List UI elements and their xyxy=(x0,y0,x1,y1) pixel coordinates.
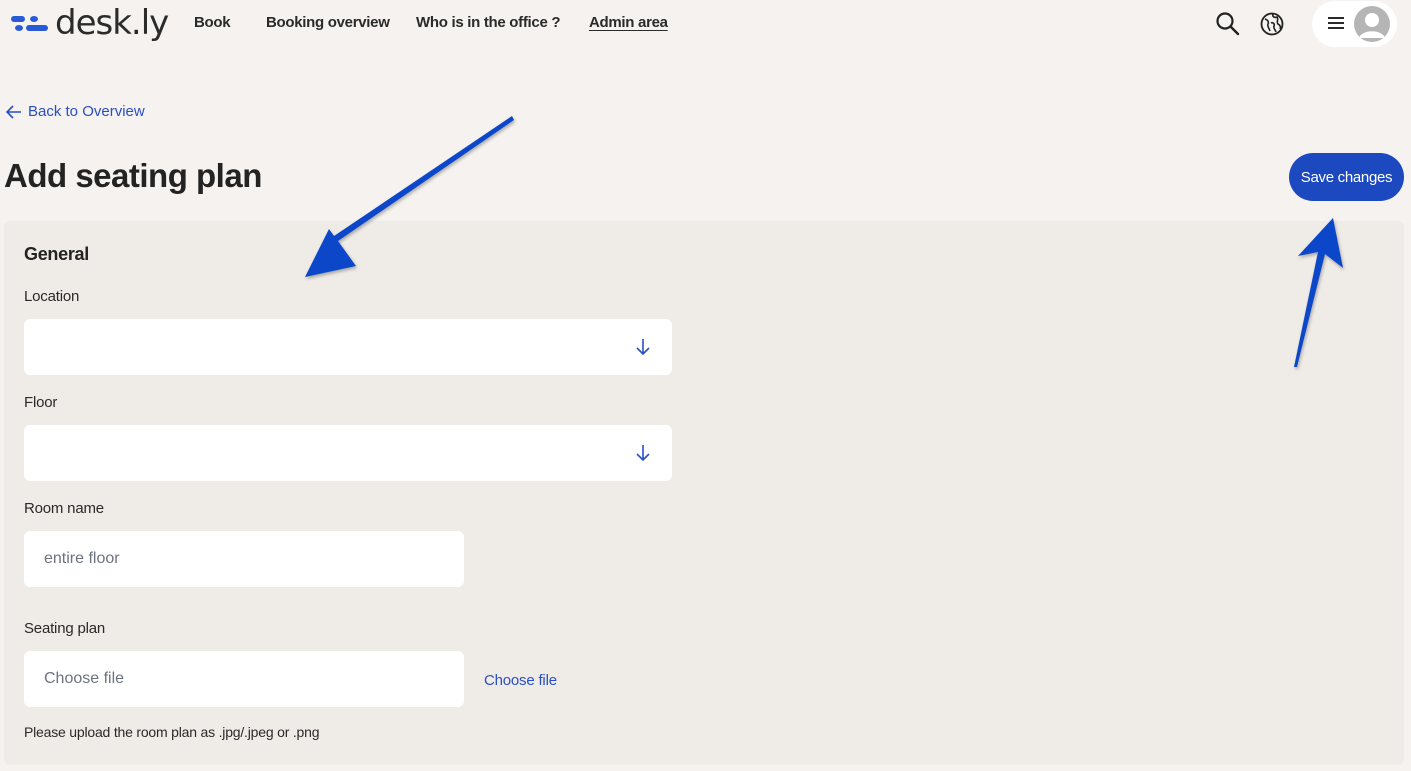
arrow-down-icon xyxy=(636,445,650,462)
back-link-label: Back to Overview xyxy=(28,103,145,120)
back-to-overview-link[interactable]: Back to Overview xyxy=(6,103,145,120)
nav-booking-overview[interactable]: Booking overview xyxy=(266,14,390,31)
logo-text: desk.ly xyxy=(55,3,169,43)
room-name-input[interactable] xyxy=(24,531,464,587)
page-title: Add seating plan xyxy=(4,157,262,194)
seating-plan-file-input[interactable] xyxy=(24,651,464,707)
user-avatar-icon xyxy=(1354,6,1390,42)
floor-label: Floor xyxy=(24,394,58,411)
logo-mark-icon xyxy=(11,14,49,32)
room-name-label: Room name xyxy=(24,500,104,517)
nav-admin-area[interactable]: Admin area xyxy=(589,14,668,31)
user-menu-button[interactable] xyxy=(1312,1,1397,47)
search-icon[interactable] xyxy=(1215,11,1241,37)
nav-book[interactable]: Book xyxy=(194,14,231,31)
top-navigation-bar: desk.ly Book Booking overview Who is in … xyxy=(0,0,1411,48)
section-title-general: General xyxy=(24,244,89,264)
floor-select[interactable] xyxy=(24,425,672,481)
nav-who-is-in-office[interactable]: Who is in the office ? xyxy=(416,14,561,31)
arrow-down-icon xyxy=(636,339,650,356)
menu-icon xyxy=(1328,17,1344,31)
arrow-left-icon xyxy=(6,104,21,119)
choose-file-link[interactable]: Choose file xyxy=(484,672,557,689)
location-label: Location xyxy=(24,288,80,305)
save-changes-button[interactable]: Save changes xyxy=(1289,153,1404,201)
upload-hint: Please upload the room plan as .jpg/.jpe… xyxy=(24,724,320,740)
location-select[interactable] xyxy=(24,319,672,375)
globe-icon[interactable] xyxy=(1259,11,1285,37)
logo[interactable]: desk.ly xyxy=(11,3,169,43)
general-form-card: General Location Floor Room name Seating… xyxy=(4,221,1404,765)
seating-plan-label: Seating plan xyxy=(24,620,106,637)
